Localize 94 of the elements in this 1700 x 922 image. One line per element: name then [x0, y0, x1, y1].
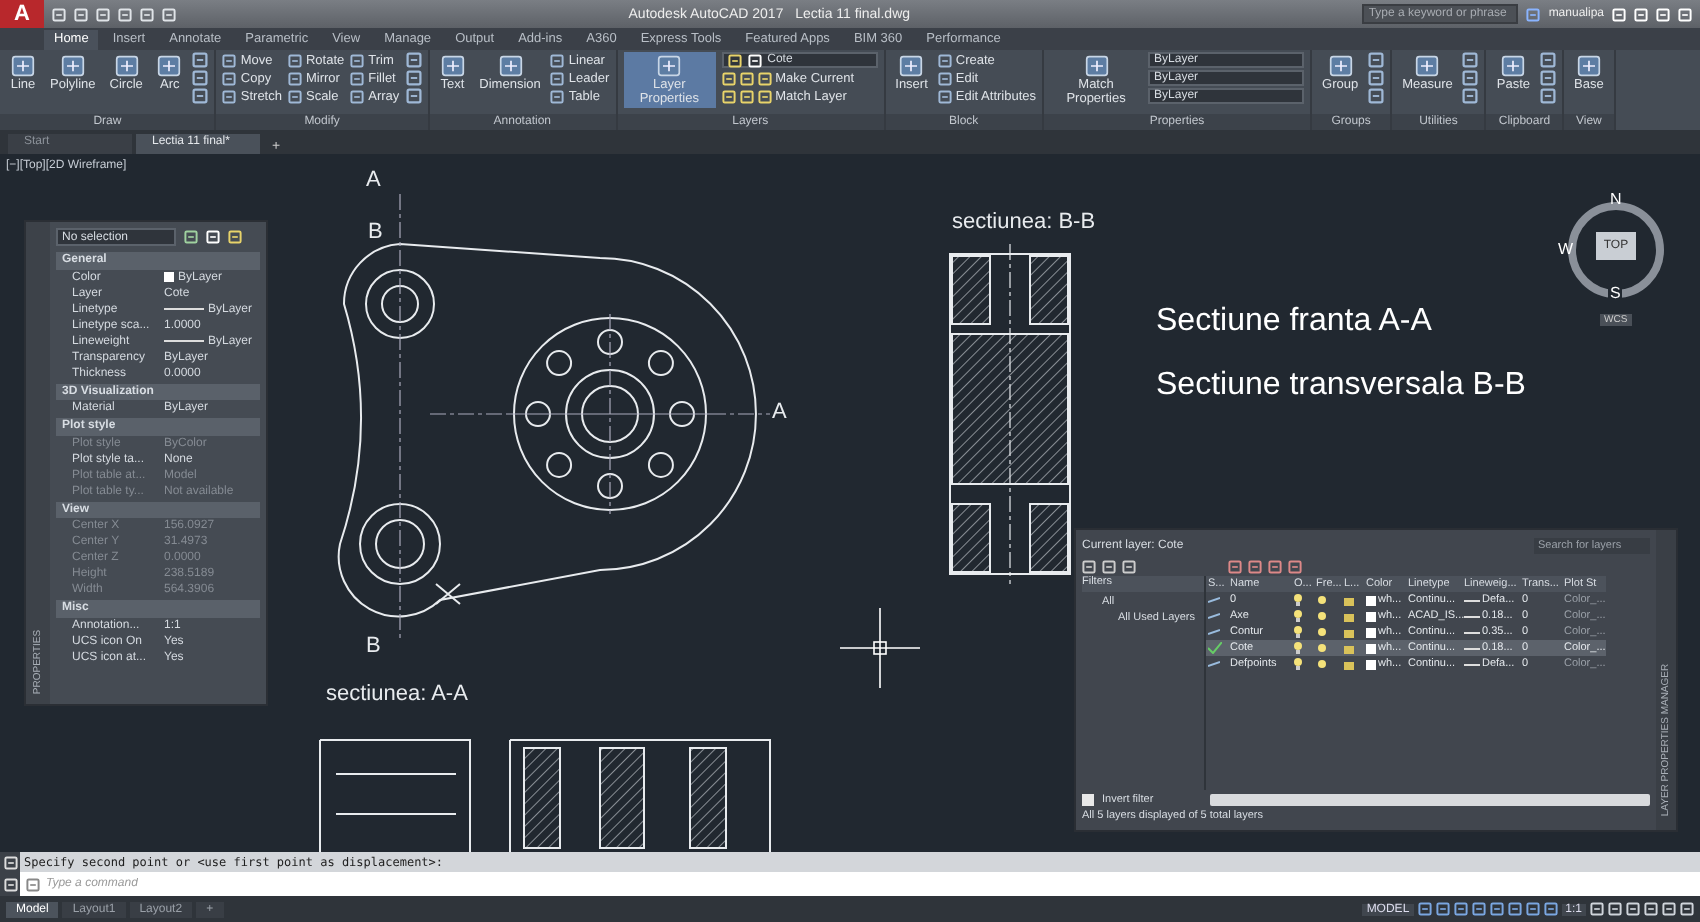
- tool-icon: [1500, 54, 1527, 78]
- tool-icon: [1575, 54, 1602, 78]
- tool-icon: [222, 89, 237, 103]
- bulb-icon: [1294, 658, 1302, 670]
- tool-icon: [937, 89, 952, 103]
- tool-icon: [222, 53, 237, 67]
- tool-icon: [898, 54, 925, 78]
- layer-tool-icon: [1268, 559, 1282, 573]
- layer-tool-icon: [1248, 559, 1262, 573]
- note-text: Sectiune franta A-A: [1156, 304, 1432, 338]
- tool-icon: [1414, 54, 1441, 78]
- filter-tool-icon: [1102, 559, 1116, 573]
- layer-tool-icon: [739, 71, 754, 85]
- quick-access-icon: [140, 7, 154, 21]
- status-toggle-icon: [1507, 902, 1522, 916]
- line-sample-icon: [164, 338, 204, 344]
- app-logo[interactable]: A: [0, 0, 44, 28]
- layer-color-icon: [747, 53, 762, 67]
- drawing-title: sectiunea: A-A: [326, 682, 468, 706]
- status-toggle-icon: [1608, 902, 1622, 916]
- tool-icon: [497, 54, 524, 78]
- section-label: A: [772, 400, 787, 424]
- line-sample-icon: [164, 306, 204, 312]
- tool-icon: [937, 71, 952, 85]
- tool-icon: [439, 54, 466, 78]
- layer-tool-icon: [721, 71, 736, 85]
- tool-icon: [550, 53, 565, 67]
- quick-access-icon: [118, 7, 132, 21]
- layer-tool-icon: [757, 71, 772, 85]
- status-toggle-icon: [1680, 902, 1694, 916]
- layer-tool-icon: [739, 89, 754, 103]
- status-toggle-icon: [1435, 902, 1450, 916]
- status-toggle-icon: [1525, 902, 1540, 916]
- tool-icon: [287, 53, 302, 67]
- compass-label: W: [1558, 240, 1574, 258]
- select-icon: [184, 230, 198, 244]
- tool-icon: [550, 89, 565, 103]
- filter-tool-icon: [1122, 559, 1136, 573]
- color-swatch-icon: [1366, 611, 1376, 621]
- layer-tool-icon: [1228, 559, 1242, 573]
- tool-icon: [287, 71, 302, 85]
- color-swatch-icon: [1366, 627, 1376, 637]
- status-toggle-icon: [1453, 902, 1468, 916]
- bulb-icon: [1294, 642, 1302, 654]
- layer-tool-icon: [757, 89, 772, 103]
- drawing-title: sectiunea: B-B: [952, 210, 1096, 234]
- tool-icon: [656, 54, 683, 78]
- pick-icon: [206, 230, 220, 244]
- quick-access-icon: [162, 7, 176, 21]
- section-label: A: [366, 168, 381, 192]
- tool-icon: [350, 53, 365, 67]
- status-toggle-icon: [1662, 902, 1676, 916]
- tool-icon: [350, 89, 365, 103]
- tool-icon: [1083, 54, 1110, 78]
- color-swatch-icon: [1366, 595, 1376, 605]
- color-swatch-icon: [164, 272, 174, 282]
- status-toggle-icon: [1626, 902, 1640, 916]
- tool-icon: [1327, 54, 1354, 78]
- status-toggle-icon: [1543, 902, 1558, 916]
- tool-icon: [156, 54, 183, 78]
- status-toggle-icon: [1590, 902, 1604, 916]
- tool-icon: [350, 71, 365, 85]
- compass-label: N: [1610, 190, 1622, 208]
- section-label: B: [366, 634, 381, 658]
- bulb-icon: [727, 53, 742, 67]
- tool-icon: [550, 71, 565, 85]
- note-text: Sectiune transversala B-B: [1156, 368, 1526, 402]
- section-label: B: [368, 220, 383, 244]
- layer-tool-icon: [721, 89, 736, 103]
- tool-icon: [287, 89, 302, 103]
- tool-icon: [10, 54, 36, 78]
- quick-access-icon: [52, 7, 66, 21]
- tool-icon: [222, 71, 237, 85]
- invert-filter-checkbox[interactable]: [1082, 794, 1094, 806]
- compass-label: S: [1608, 284, 1623, 302]
- quick-select-icon: [228, 230, 242, 244]
- color-swatch-icon: [1366, 643, 1376, 653]
- bulb-icon: [1294, 626, 1302, 638]
- quick-access-icon: [74, 7, 88, 21]
- layer-tool-icon: [1288, 559, 1302, 573]
- status-toggle-icon: [1417, 902, 1432, 916]
- tool-icon: [937, 53, 952, 67]
- quick-access-icon: [96, 7, 110, 21]
- tool-icon: [113, 54, 140, 78]
- status-toggle-icon: [1471, 902, 1486, 916]
- status-toggle-icon: [1489, 902, 1504, 916]
- status-toggle-icon: [1644, 902, 1658, 916]
- bulb-icon: [1294, 610, 1302, 622]
- filter-tool-icon: [1082, 559, 1096, 573]
- color-swatch-icon: [1366, 659, 1376, 669]
- bulb-icon: [1294, 594, 1302, 606]
- horizontal-scrollbar[interactable]: [1210, 794, 1650, 806]
- crosshair-cursor-icon: [839, 607, 921, 689]
- tool-icon: [59, 54, 86, 78]
